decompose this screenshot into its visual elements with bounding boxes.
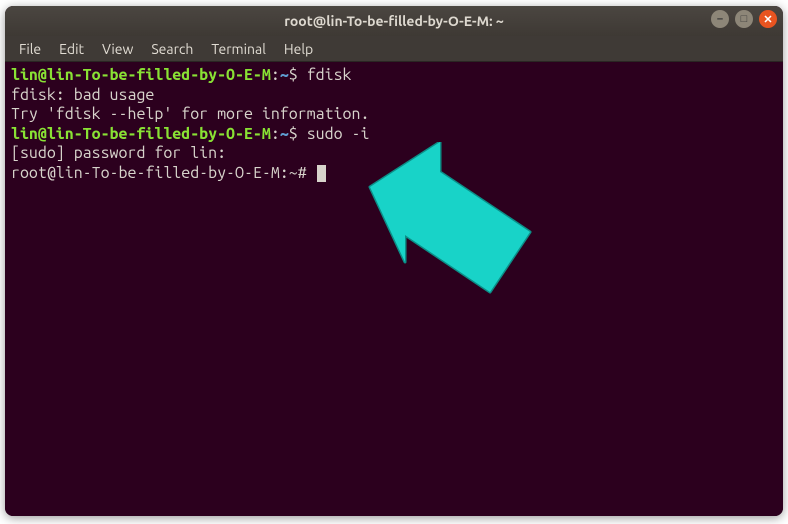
- titlebar[interactable]: root@lin-To-be-filled-by-O-E-M: ~ – □ ✕: [5, 6, 783, 36]
- prompt-path: ~: [280, 66, 289, 84]
- menu-file[interactable]: File: [11, 39, 49, 59]
- output-line: fdisk: bad usage: [11, 86, 154, 104]
- minimize-button[interactable]: –: [711, 10, 729, 28]
- prompt-dollar: $: [289, 66, 307, 84]
- output-line: Try 'fdisk --help' for more information.: [11, 105, 369, 123]
- terminal-output[interactable]: lin@lin-To-be-filled-by-O-E-M:~$ fdisk f…: [5, 62, 783, 516]
- menubar: File Edit View Search Terminal Help: [5, 36, 783, 62]
- terminal-window: root@lin-To-be-filled-by-O-E-M: ~ – □ ✕ …: [5, 6, 783, 516]
- maximize-button[interactable]: □: [735, 10, 753, 28]
- annotation-arrow-icon: [360, 142, 540, 342]
- menu-edit[interactable]: Edit: [51, 39, 92, 59]
- root-prompt: root@lin-To-be-filled-by-O-E-M:~#: [11, 164, 316, 182]
- menu-help[interactable]: Help: [276, 39, 321, 59]
- cursor-icon: [317, 165, 326, 182]
- menu-terminal[interactable]: Terminal: [203, 39, 274, 59]
- window-controls: – □ ✕: [711, 10, 777, 28]
- menu-view[interactable]: View: [94, 39, 141, 59]
- command-1: fdisk: [307, 66, 352, 84]
- window-title: root@lin-To-be-filled-by-O-E-M: ~: [5, 13, 783, 29]
- command-2: sudo -i: [307, 125, 370, 143]
- prompt-user: lin@lin-To-be-filled-by-O-E-M: [11, 66, 271, 84]
- menu-search[interactable]: Search: [143, 39, 201, 59]
- prompt-colon: :: [271, 125, 280, 143]
- prompt-path: ~: [280, 125, 289, 143]
- prompt-colon: :: [271, 66, 280, 84]
- output-line: [sudo] password for lin:: [11, 144, 226, 162]
- prompt-dollar: $: [289, 125, 307, 143]
- prompt-user: lin@lin-To-be-filled-by-O-E-M: [11, 125, 271, 143]
- close-button[interactable]: ✕: [759, 10, 777, 28]
